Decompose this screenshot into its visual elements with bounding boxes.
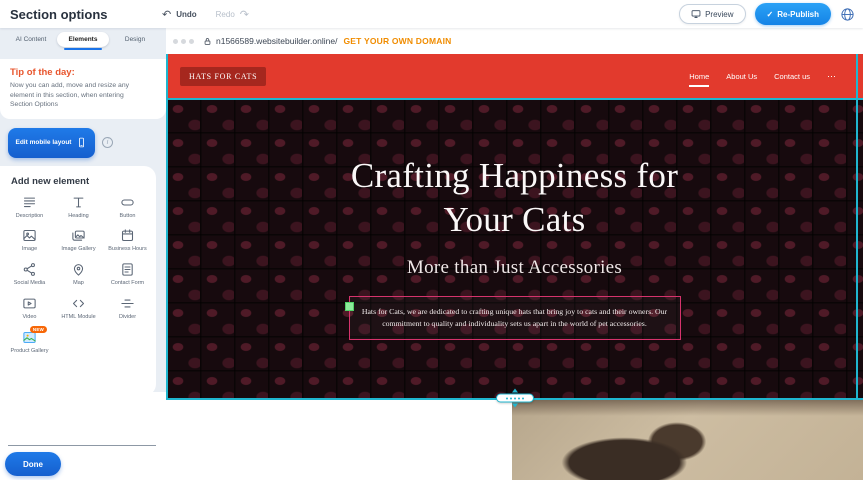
hero-subheading[interactable]: More than Just Accessories	[166, 257, 863, 279]
hero-paragraph: Hats for Cats, we are dedicated to craft…	[358, 306, 672, 330]
edit-mobile-layout-button[interactable]: Edit mobile layout	[8, 128, 95, 158]
selection-border-left	[166, 54, 168, 400]
image-icon	[22, 228, 37, 243]
element-grid: Description Heading Button Image Image G…	[6, 195, 151, 355]
drag-dots-icon	[514, 397, 516, 399]
redo-icon[interactable]: ↷	[240, 8, 249, 21]
nav-about-us[interactable]: About Us	[726, 68, 757, 85]
section-resize-handle[interactable]	[496, 389, 534, 408]
preview-button[interactable]: Preview	[679, 4, 745, 24]
undo-button[interactable]: Undo	[176, 10, 196, 19]
element-image[interactable]: Image	[6, 228, 53, 253]
resize-handle[interactable]	[345, 302, 354, 311]
nav-more-icon[interactable]: ⋯	[827, 71, 837, 82]
map-pin-icon	[71, 262, 86, 277]
tab-design[interactable]: Design	[109, 32, 161, 47]
site-preview: HATS FOR CATS Home About Us Contact us ⋯…	[166, 54, 863, 480]
sidebar-bottom: Done	[0, 392, 166, 480]
arrow-up-icon	[512, 389, 518, 393]
site-header[interactable]: HATS FOR CATS Home About Us Contact us ⋯	[166, 54, 863, 98]
new-badge: NEW	[30, 326, 47, 333]
element-divider[interactable]: Divider	[104, 296, 151, 321]
element-html-module[interactable]: HTML Module	[55, 296, 102, 321]
topbar: Section options ↶ Undo Redo ↷ Preview ✓ …	[0, 0, 863, 28]
tip-body: Now you can add, move and resize any ele…	[10, 81, 148, 110]
selection-border-right	[856, 54, 858, 400]
divider	[8, 445, 156, 446]
tab-ai-content[interactable]: AI Content	[5, 32, 57, 47]
element-contact-form[interactable]: Contact Form	[104, 262, 151, 287]
redo-button[interactable]: Redo	[216, 10, 235, 19]
browser-bar: n1566589.websitebuilder.online/ GET YOUR…	[166, 28, 863, 54]
get-domain-link[interactable]: GET YOUR OWN DOMAIN	[343, 36, 451, 46]
app: Section options ↶ Undo Redo ↷ Preview ✓ …	[0, 0, 863, 480]
heading-icon	[71, 195, 86, 210]
main-area: n1566589.websitebuilder.online/ GET YOUR…	[166, 28, 863, 480]
add-element-title: Add new element	[6, 176, 151, 187]
element-heading[interactable]: Heading	[55, 195, 102, 220]
hero-heading[interactable]: Crafting Happiness for Your Cats	[166, 98, 863, 242]
next-section	[166, 400, 863, 480]
undo-icon[interactable]: ↶	[162, 8, 171, 21]
republish-button[interactable]: ✓ Re-Publish	[755, 3, 831, 25]
done-button[interactable]: Done	[5, 452, 61, 476]
selection-border-top	[166, 98, 863, 100]
element-product-gallery[interactable]: NEW Product Gallery	[6, 330, 53, 355]
image-gallery-icon	[71, 228, 86, 243]
sidebar-tabs: AI Content Elements Design	[5, 32, 161, 47]
calendar-icon	[120, 228, 135, 243]
text-lines-icon	[22, 195, 37, 210]
element-description[interactable]: Description	[6, 195, 53, 220]
page-title: Section options	[0, 7, 162, 22]
edit-mobile-row: Edit mobile layout i	[0, 128, 166, 158]
nav-contact-us[interactable]: Contact us	[774, 68, 810, 85]
site-nav: Home About Us Contact us ⋯	[689, 68, 837, 85]
browser-dot	[181, 39, 186, 44]
info-icon[interactable]: i	[102, 137, 113, 148]
browser-dot	[189, 39, 194, 44]
undo-redo-group: ↶ Undo Redo ↷	[162, 8, 249, 21]
share-icon	[22, 262, 37, 277]
preview-label: Preview	[705, 10, 733, 19]
element-map[interactable]: Map	[55, 262, 102, 287]
republish-label: Re-Publish	[777, 10, 819, 19]
hero-paragraph-box[interactable]: Hats for Cats, we are dedicated to craft…	[349, 296, 681, 340]
form-icon	[120, 262, 135, 277]
tab-elements[interactable]: Elements	[57, 32, 109, 47]
browser-dot	[173, 39, 178, 44]
video-icon	[22, 296, 37, 311]
element-image-gallery[interactable]: Image Gallery	[55, 228, 102, 253]
sidebar: AI Content Elements Design Tip of the da…	[0, 28, 166, 480]
cat-photo	[512, 400, 863, 480]
add-element-panel: Add new element Description Heading Butt…	[0, 166, 156, 396]
tip-card: Tip of the day: Now you can add, move an…	[0, 59, 166, 119]
monitor-icon	[691, 9, 701, 19]
drag-handle-pill	[496, 394, 534, 403]
arrow-down-icon	[512, 404, 518, 408]
divider-icon	[120, 296, 135, 311]
button-icon	[120, 195, 135, 210]
element-business-hours[interactable]: Business Hours	[104, 228, 151, 253]
check-icon: ✓	[767, 10, 774, 19]
tip-title: Tip of the day:	[10, 67, 156, 78]
phone-icon	[76, 137, 87, 148]
hero-section[interactable]: Crafting Happiness for Your Cats More th…	[166, 98, 863, 398]
edit-mobile-label: Edit mobile layout	[16, 139, 72, 146]
site-logo[interactable]: HATS FOR CATS	[180, 67, 266, 86]
code-icon	[71, 296, 86, 311]
element-video[interactable]: Video	[6, 296, 53, 321]
globe-icon[interactable]	[840, 7, 855, 22]
lock-icon	[203, 37, 212, 46]
element-social-media[interactable]: Social Media	[6, 262, 53, 287]
topbar-actions: Preview ✓ Re-Publish	[679, 3, 863, 25]
element-button[interactable]: Button	[104, 195, 151, 220]
site-url[interactable]: n1566589.websitebuilder.online/	[216, 36, 337, 46]
nav-home[interactable]: Home	[689, 68, 709, 85]
